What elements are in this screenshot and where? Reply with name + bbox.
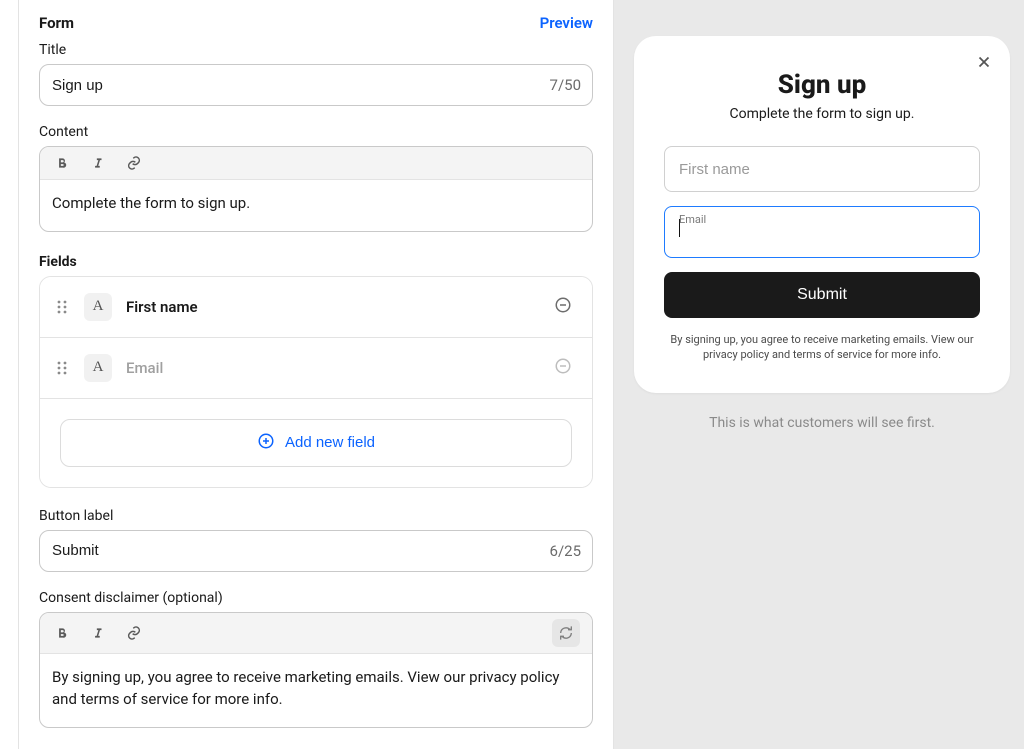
bold-icon[interactable] xyxy=(52,623,72,643)
remove-field-icon[interactable] xyxy=(554,296,576,318)
consent-body[interactable]: By signing up, you agree to receive mark… xyxy=(40,654,592,727)
title-input-wrap: 7/50 xyxy=(39,64,593,106)
button-label-wrap: 6/25 xyxy=(39,530,593,572)
preview-hint: This is what customers will see first. xyxy=(709,415,935,431)
content-body[interactable]: Complete the form to sign up. xyxy=(40,180,592,231)
field-row[interactable]: A Email xyxy=(40,338,592,399)
add-field-label: Add new field xyxy=(285,434,375,451)
field-row[interactable]: A First name xyxy=(40,277,592,338)
bold-icon[interactable] xyxy=(52,153,72,173)
drag-handle-icon[interactable] xyxy=(56,299,70,315)
button-label-counter: 6/25 xyxy=(550,542,581,560)
preview-subtitle: Complete the form to sign up. xyxy=(664,106,980,122)
fields-card: A First name A Email xyxy=(39,276,593,488)
button-label-label: Button label xyxy=(39,508,593,524)
add-field-button[interactable]: Add new field xyxy=(60,419,572,467)
italic-icon[interactable] xyxy=(88,623,108,643)
plus-circle-icon xyxy=(257,432,275,454)
title-label: Title xyxy=(39,42,593,58)
consent-label: Consent disclaimer (optional) xyxy=(39,590,593,606)
field-name-label: Email xyxy=(126,359,540,377)
form-editor: Form Preview Title 7/50 Content Co xyxy=(18,0,614,749)
fields-label: Fields xyxy=(39,254,593,270)
title-input[interactable] xyxy=(39,64,593,106)
content-label: Content xyxy=(39,124,593,140)
drag-handle-icon[interactable] xyxy=(56,360,70,376)
preview-link[interactable]: Preview xyxy=(540,14,593,32)
content-toolbar xyxy=(40,147,592,180)
remove-field-icon[interactable] xyxy=(554,357,576,379)
preview-title: Sign up xyxy=(664,70,980,100)
title-char-counter: 7/50 xyxy=(550,76,581,94)
close-icon[interactable] xyxy=(972,50,996,74)
italic-icon[interactable] xyxy=(88,153,108,173)
form-editor-scroll: Form Preview Title 7/50 Content Co xyxy=(19,0,613,748)
preview-submit-button[interactable]: Submit xyxy=(664,272,980,318)
button-label-input[interactable] xyxy=(39,530,593,572)
content-editor: Complete the form to sign up. xyxy=(39,146,593,232)
preview-email-floating-label: Email xyxy=(679,213,706,226)
section-header: Form Preview xyxy=(39,14,593,32)
preview-panel: Sign up Complete the form to sign up. Em… xyxy=(614,0,1024,749)
consent-editor: By signing up, you agree to receive mark… xyxy=(39,612,593,728)
text-type-icon: A xyxy=(84,293,112,321)
section-title: Form xyxy=(39,14,74,32)
preview-disclaimer: By signing up, you agree to receive mark… xyxy=(664,332,980,363)
refresh-icon[interactable] xyxy=(552,619,580,647)
preview-email-input[interactable]: Email xyxy=(664,206,980,258)
preview-card: Sign up Complete the form to sign up. Em… xyxy=(634,36,1010,393)
link-icon[interactable] xyxy=(124,153,144,173)
link-icon[interactable] xyxy=(124,623,144,643)
text-type-icon: A xyxy=(84,354,112,382)
field-name-label: First name xyxy=(126,298,540,316)
add-field-wrap: Add new field xyxy=(40,399,592,487)
consent-toolbar xyxy=(40,613,592,654)
preview-first-name-input[interactable] xyxy=(664,146,980,192)
